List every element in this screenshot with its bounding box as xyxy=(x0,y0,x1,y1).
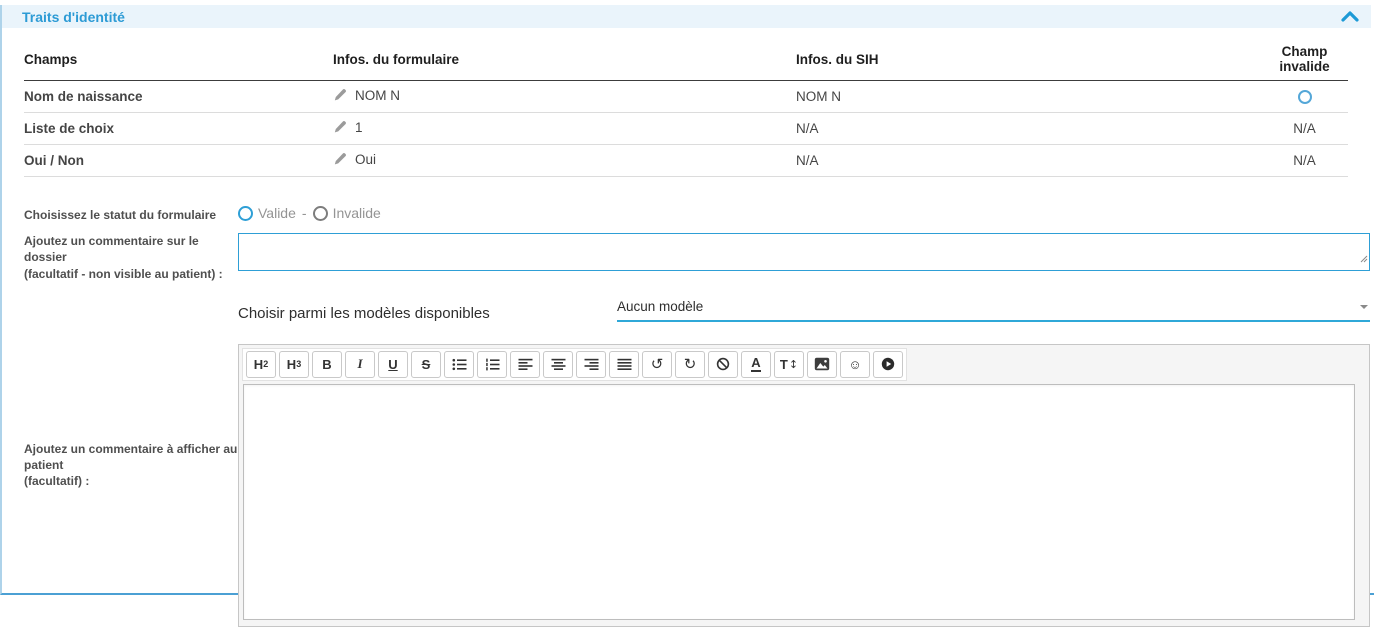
traits-identite-panel: Traits d'identité Champs Infos. du formu… xyxy=(0,5,1374,595)
radio-valide-label: Valide xyxy=(258,205,296,221)
column-header-champ-invalide: Champ invalide xyxy=(1261,41,1348,81)
align-left-icon xyxy=(518,358,533,371)
align-justify-icon xyxy=(617,358,632,371)
column-header-infos-formulaire: Infos. du formulaire xyxy=(333,41,796,81)
template-select[interactable]: Aucun modèle xyxy=(617,299,1370,322)
insert-image-button[interactable] xyxy=(807,351,837,378)
form-value-cell: Oui xyxy=(333,145,796,177)
align-justify-button[interactable] xyxy=(609,351,639,378)
collapse-section-button[interactable] xyxy=(1341,11,1359,22)
editor-toolbar: H2 H3 B I U S xyxy=(242,348,907,381)
panel-title: Traits d'identité xyxy=(22,9,125,25)
caret-down-icon xyxy=(1360,305,1368,309)
bullet-list-icon xyxy=(452,358,467,371)
heading3-button[interactable]: H3 xyxy=(279,351,309,378)
insert-video-button[interactable] xyxy=(873,351,903,378)
sih-value: NOM N xyxy=(796,81,1261,113)
template-select-row: Choisir parmi les modèles disponibles Au… xyxy=(2,299,1374,322)
form-value: 1 xyxy=(355,120,363,135)
sih-value: N/A xyxy=(796,145,1261,177)
ordered-list-button[interactable] xyxy=(477,351,507,378)
field-name: Nom de naissance xyxy=(24,81,333,113)
patient-comment-editor-area[interactable] xyxy=(243,384,1355,620)
align-right-button[interactable] xyxy=(576,351,606,378)
invalid-cell xyxy=(1261,81,1348,113)
form-value-cell: NOM N xyxy=(333,81,796,113)
italic-button[interactable]: I xyxy=(345,351,375,378)
smiley-icon: ☺ xyxy=(848,357,861,372)
rich-text-editor: H2 H3 B I U S xyxy=(238,344,1370,627)
radio-invalide-icon[interactable] xyxy=(313,206,328,221)
strikethrough-button[interactable]: S xyxy=(411,351,441,378)
align-left-button[interactable] xyxy=(510,351,540,378)
chevron-up-icon xyxy=(1341,11,1359,22)
invalid-cell: N/A xyxy=(1261,145,1348,177)
undo-button[interactable]: ↺ xyxy=(642,351,672,378)
column-header-infos-sih: Infos. du SIH xyxy=(796,41,1261,81)
numbered-list-icon xyxy=(485,358,500,371)
radio-option-invalide[interactable]: Invalide xyxy=(313,205,381,221)
field-name: Liste de choix xyxy=(24,113,333,145)
emoji-button[interactable]: ☺ xyxy=(840,351,870,378)
patient-comment-row: Ajoutez un commentaire à afficher au pat… xyxy=(2,344,1374,627)
dossier-comment-textarea[interactable] xyxy=(238,233,1370,271)
options-separator: - xyxy=(302,205,307,221)
image-icon xyxy=(814,357,830,371)
pencil-icon[interactable] xyxy=(333,152,347,169)
font-color-button[interactable]: A xyxy=(741,351,771,378)
play-icon xyxy=(881,357,895,371)
form-value-cell: 1 xyxy=(333,113,796,145)
dossier-comment-row: Ajoutez un commentaire sur le dossier (f… xyxy=(2,233,1374,282)
pencil-icon[interactable] xyxy=(333,120,347,137)
fields-table: Champs Infos. du formulaire Infos. du SI… xyxy=(24,41,1348,177)
status-options: Valide - Invalide xyxy=(238,205,1370,221)
heading2-button[interactable]: H2 xyxy=(246,351,276,378)
column-header-champs: Champs xyxy=(24,41,333,81)
remove-format-button[interactable] xyxy=(708,351,738,378)
table-header-row: Champs Infos. du formulaire Infos. du SI… xyxy=(24,41,1348,81)
sih-value: N/A xyxy=(796,113,1261,145)
redo-button[interactable]: ↻ xyxy=(675,351,705,378)
status-row: Choisissez le statut du formulaire Valid… xyxy=(2,207,1374,223)
template-select-label: Choisir parmi les modèles disponibles xyxy=(238,305,617,322)
template-select-value: Aucun modèle xyxy=(617,299,703,314)
unordered-list-button[interactable] xyxy=(444,351,474,378)
table-row: Oui / Non Oui N/A N/A xyxy=(24,145,1348,177)
radio-option-valide[interactable]: Valide xyxy=(238,205,296,221)
patient-comment-label: Ajoutez un commentaire à afficher au pat… xyxy=(2,344,238,490)
ban-icon xyxy=(716,357,730,371)
align-right-icon xyxy=(584,358,599,371)
status-label: Choisissez le statut du formulaire xyxy=(2,207,238,223)
align-center-icon xyxy=(551,358,566,371)
panel-header: Traits d'identité xyxy=(2,5,1371,28)
form-value: Oui xyxy=(355,152,376,167)
table-row: Nom de naissance NOM N NOM N xyxy=(24,81,1348,113)
dossier-comment-label: Ajoutez un commentaire sur le dossier (f… xyxy=(2,233,238,282)
invalid-cell: N/A xyxy=(1261,113,1348,145)
radio-valide-icon[interactable] xyxy=(238,206,253,221)
field-name: Oui / Non xyxy=(24,145,333,177)
updown-arrows-icon: ↕ xyxy=(789,358,798,371)
align-center-button[interactable] xyxy=(543,351,573,378)
bold-button[interactable]: B xyxy=(312,351,342,378)
form-value: NOM N xyxy=(355,88,400,103)
pencil-icon[interactable] xyxy=(333,88,347,105)
radio-invalide-label: Invalide xyxy=(333,205,381,221)
text-size-button[interactable]: T↕ xyxy=(774,351,804,378)
underline-button[interactable]: U xyxy=(378,351,408,378)
resize-handle-icon[interactable] xyxy=(1359,250,1368,268)
champ-invalide-radio[interactable] xyxy=(1298,90,1312,104)
table-row: Liste de choix 1 N/A N/A xyxy=(24,113,1348,145)
